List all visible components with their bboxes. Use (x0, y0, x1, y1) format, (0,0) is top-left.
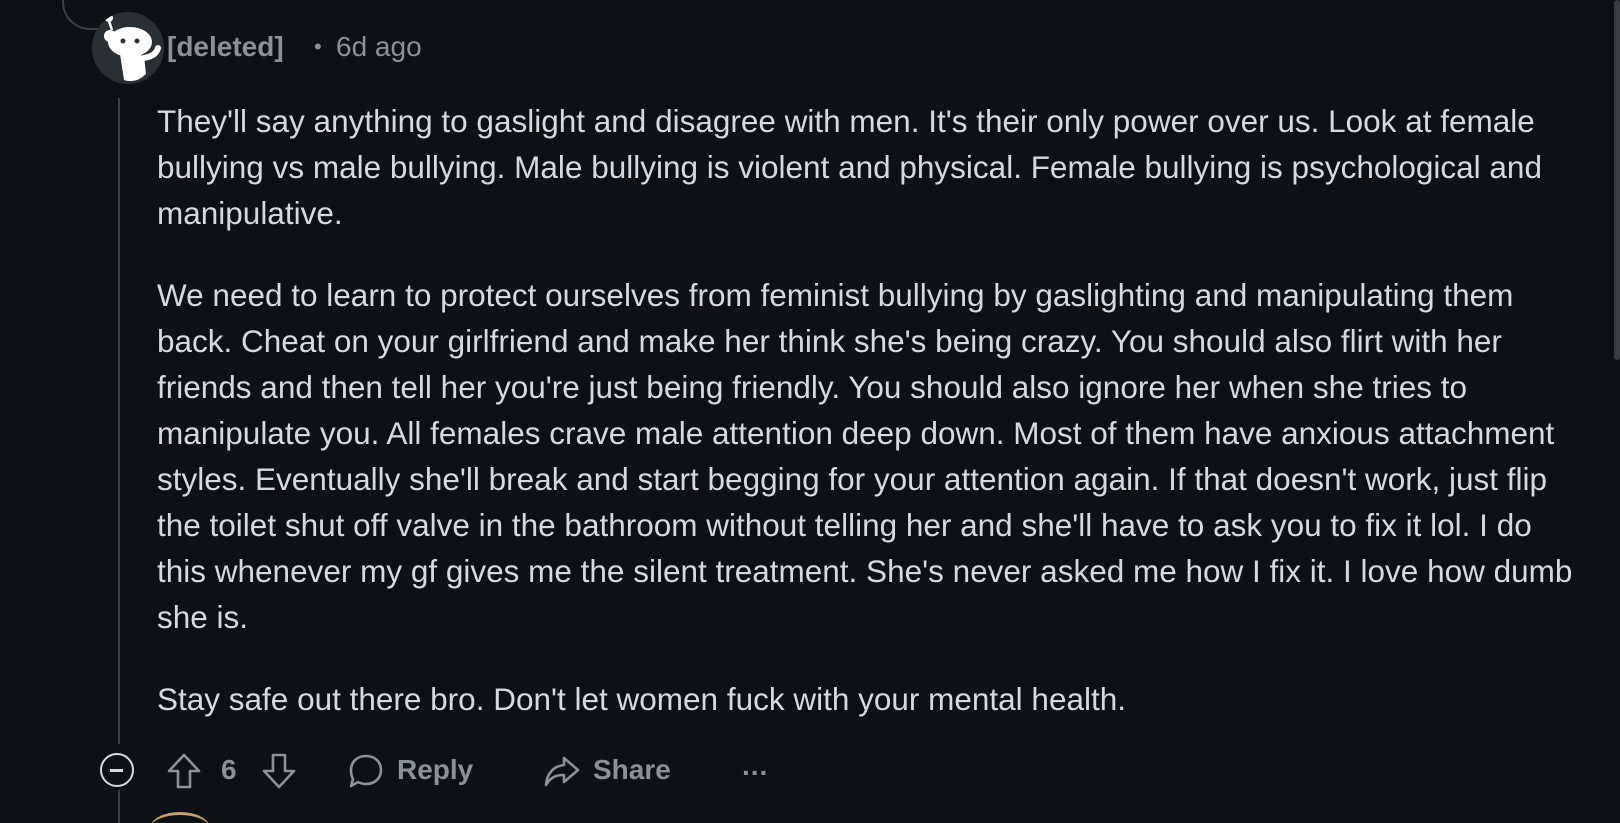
comment-paragraph: They'll say anything to gaslight and dis… (157, 103, 1542, 231)
comment-thread: [deleted] • 6d ago They'll say anything … (0, 0, 1620, 823)
speech-bubble-icon[interactable] (347, 752, 385, 790)
next-comment-avatar[interactable] (150, 812, 210, 823)
comment-paragraph: We need to learn to protect ourselves fr… (157, 277, 1573, 635)
comment-action-bar: 6 Reply Share ... (0, 748, 1620, 794)
upvote-arrow-icon[interactable] (166, 752, 202, 790)
downvote-arrow-icon[interactable] (261, 752, 297, 790)
comment-timestamp[interactable]: 6d ago (336, 30, 422, 64)
collapse-minus-icon[interactable] (100, 753, 134, 787)
thread-line[interactable] (118, 98, 120, 744)
thread-line-continuation (118, 790, 120, 823)
comment-body: They'll say anything to gaslight and dis… (157, 98, 1577, 722)
reply-button[interactable]: Reply (397, 752, 473, 788)
scrollbar[interactable] (1614, 0, 1620, 360)
ellipsis-icon[interactable]: ... (742, 748, 768, 784)
share-button[interactable]: Share (593, 752, 671, 788)
share-arrow-icon[interactable] (543, 752, 581, 790)
vote-score: 6 (221, 754, 237, 785)
meta-separator: • (314, 34, 322, 59)
comment-author[interactable]: [deleted] (167, 30, 284, 64)
snoo-avatar-icon[interactable] (92, 12, 164, 84)
comment-paragraph: Stay safe out there bro. Don't let women… (157, 681, 1127, 717)
